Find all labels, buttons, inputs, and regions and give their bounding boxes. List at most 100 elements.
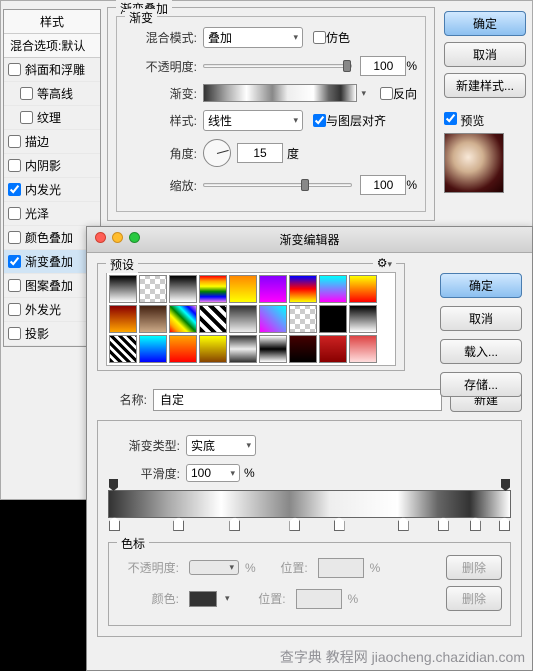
gradient-label: 渐变: — [125, 85, 197, 102]
preset-swatch[interactable] — [139, 305, 167, 333]
new-style-button[interactable]: 新建样式... — [444, 73, 526, 98]
style-checkbox[interactable] — [8, 255, 21, 268]
opacity-position-label: 位置: — [260, 559, 308, 576]
preset-swatch[interactable] — [229, 275, 257, 303]
style-dropdown[interactable]: 线性▾ — [203, 110, 303, 131]
style-checkbox[interactable] — [8, 135, 21, 148]
style-checkbox[interactable] — [8, 183, 21, 196]
gradient-dropdown-icon[interactable]: ▾ — [361, 88, 366, 99]
style-item[interactable]: 内阴影 — [4, 154, 100, 178]
name-input[interactable] — [153, 389, 442, 411]
style-checkbox[interactable] — [8, 207, 21, 220]
stop-color-label: 颜色: — [117, 590, 179, 607]
stop-opacity-label: 不透明度: — [117, 559, 179, 576]
close-icon[interactable] — [95, 232, 106, 243]
preset-swatch[interactable] — [349, 305, 377, 333]
preset-swatch[interactable] — [349, 335, 377, 363]
style-item[interactable]: 斜面和浮雕 — [4, 58, 100, 82]
color-swatch[interactable] — [189, 591, 217, 607]
preset-swatch[interactable] — [319, 335, 347, 363]
delete-color-stop: 删除 — [446, 586, 502, 611]
editor-ok-button[interactable]: 确定 — [440, 273, 522, 298]
preset-swatch[interactable] — [229, 335, 257, 363]
blend-options-header[interactable]: 混合选项:默认 — [4, 34, 100, 58]
stops-panel: 色标 不透明度: ▾ % 位置: % 删除 颜色: ▾ 位置: % 删除 — [108, 542, 511, 626]
preset-swatch[interactable] — [139, 275, 167, 303]
save-button[interactable]: 存储... — [440, 372, 522, 397]
preset-swatch[interactable] — [259, 305, 287, 333]
angle-input[interactable] — [237, 143, 283, 163]
style-item[interactable]: 内发光 — [4, 178, 100, 202]
grad-type-dropdown[interactable]: 实底▾ — [186, 435, 256, 456]
cancel-button[interactable]: 取消 — [444, 42, 526, 67]
style-checkbox[interactable] — [8, 279, 21, 292]
opacity-input[interactable] — [360, 56, 406, 76]
preset-swatch[interactable] — [169, 275, 197, 303]
style-checkbox[interactable] — [8, 303, 21, 316]
presets-label: 预设 — [106, 256, 138, 273]
dither-checkbox[interactable]: 仿色 — [313, 29, 350, 46]
preset-swatch[interactable] — [109, 305, 137, 333]
gradient-picker[interactable] — [203, 84, 357, 102]
window-title-text: 渐变编辑器 — [279, 233, 339, 247]
editor-cancel-button[interactable]: 取消 — [440, 306, 522, 331]
style-item-label: 描边 — [25, 133, 49, 150]
style-item-label: 渐变叠加 — [25, 253, 73, 270]
style-item-label: 颜色叠加 — [25, 229, 73, 246]
gradient-editor-window: 渐变编辑器 预设 ⚙▾ 确定 取消 载入... 存储... 名称: 新建 渐变类… — [86, 226, 533, 671]
preset-swatch[interactable] — [259, 275, 287, 303]
preset-swatch[interactable] — [289, 335, 317, 363]
gradient-editor-bar[interactable] — [108, 490, 511, 518]
blend-mode-label: 混合模式: — [125, 29, 197, 46]
color-position-input — [296, 589, 342, 609]
style-item-label: 等高线 — [37, 85, 73, 102]
scale-label: 缩放: — [125, 177, 197, 194]
stops-label: 色标 — [117, 535, 149, 552]
opacity-label: 不透明度: — [125, 58, 197, 75]
style-checkbox[interactable] — [8, 63, 21, 76]
scale-input[interactable] — [360, 175, 406, 195]
preset-swatch[interactable] — [319, 275, 347, 303]
style-checkbox[interactable] — [20, 87, 33, 100]
angle-wheel[interactable] — [203, 139, 231, 167]
style-item[interactable]: 纹理 — [4, 106, 100, 130]
gear-icon[interactable]: ⚙▾ — [373, 256, 396, 270]
ok-button[interactable]: 确定 — [444, 11, 526, 36]
preset-swatch[interactable] — [289, 275, 317, 303]
style-item[interactable]: 光泽 — [4, 202, 100, 226]
style-checkbox[interactable] — [8, 231, 21, 244]
preview-checkbox[interactable]: 预览 — [444, 114, 484, 128]
preset-swatch[interactable] — [289, 305, 317, 333]
style-checkbox[interactable] — [8, 327, 21, 340]
preset-swatch[interactable] — [109, 335, 137, 363]
preset-swatch[interactable] — [199, 275, 227, 303]
preset-swatch[interactable] — [229, 305, 257, 333]
scale-slider[interactable] — [203, 183, 352, 187]
zoom-icon[interactable] — [129, 232, 140, 243]
style-item-label: 斜面和浮雕 — [25, 61, 85, 78]
presets-panel: 预设 ⚙▾ — [97, 263, 405, 371]
preset-swatch[interactable] — [319, 305, 347, 333]
minimize-icon[interactable] — [112, 232, 123, 243]
style-item[interactable]: 描边 — [4, 130, 100, 154]
preset-swatch[interactable] — [199, 335, 227, 363]
gradient-type-panel: 渐变类型: 实底▾ 平滑度: 100▾ % 色标 不透明度: ▾ — [97, 420, 522, 637]
preset-swatch[interactable] — [259, 335, 287, 363]
reverse-checkbox[interactable]: 反向 — [380, 85, 417, 102]
preset-swatch[interactable] — [199, 305, 227, 333]
window-titlebar[interactable]: 渐变编辑器 — [87, 227, 532, 253]
preset-swatch[interactable] — [169, 305, 197, 333]
style-checkbox[interactable] — [8, 159, 21, 172]
smoothness-dropdown[interactable]: 100▾ — [186, 464, 240, 482]
preset-swatch[interactable] — [109, 275, 137, 303]
align-layer-checkbox[interactable]: 与图层对齐 — [313, 112, 386, 129]
preset-swatch[interactable] — [349, 275, 377, 303]
chevron-down-icon: ▾ — [293, 32, 298, 43]
style-checkbox[interactable] — [20, 111, 33, 124]
opacity-slider[interactable] — [203, 64, 352, 68]
style-item[interactable]: 等高线 — [4, 82, 100, 106]
blend-mode-dropdown[interactable]: 叠加▾ — [203, 27, 303, 48]
preset-swatch[interactable] — [169, 335, 197, 363]
preset-swatch[interactable] — [139, 335, 167, 363]
load-button[interactable]: 载入... — [440, 339, 522, 364]
